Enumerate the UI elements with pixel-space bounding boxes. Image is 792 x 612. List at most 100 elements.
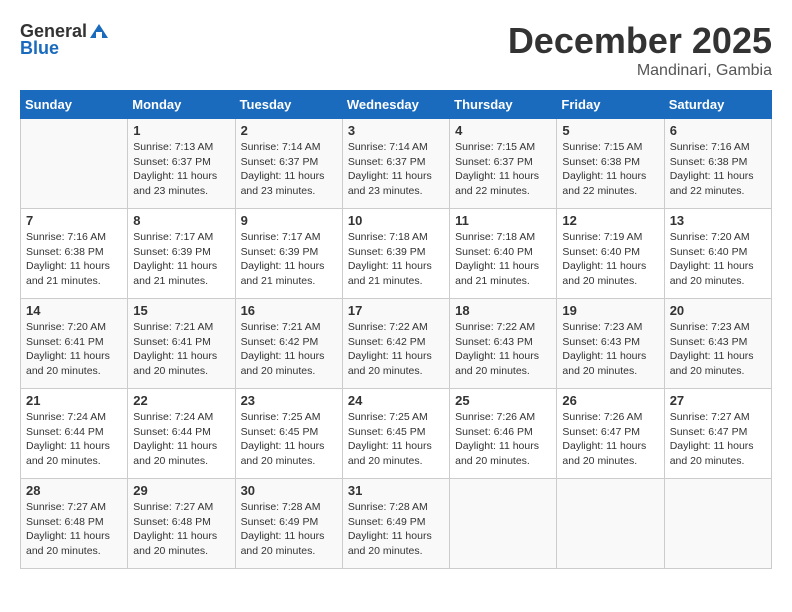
table-row: 30 Sunrise: 7:28 AM Sunset: 6:49 PM Dayli…: [235, 479, 342, 569]
day-cell-content: Sunrise: 7:20 AM Sunset: 6:40 PM Dayligh…: [670, 230, 766, 289]
day-number: 1: [133, 123, 229, 138]
table-row: 15Sunrise: 7:21 AM Sunset: 6:41 PM Dayli…: [128, 299, 235, 389]
page-header: General Blue December 2025 Mandinari, Ga…: [20, 20, 772, 80]
day-cell-content: Sunrise: 7:22 AM Sunset: 6:42 PM Dayligh…: [348, 320, 444, 379]
day-number: 7: [26, 213, 122, 228]
day-number: 14: [26, 303, 122, 318]
table-row: [450, 479, 557, 569]
week-row-2: 7 Sunrise: 7:16 AM Sunset: 6:38 PM Daylig…: [21, 209, 772, 299]
logo: General Blue: [20, 20, 110, 59]
table-row: 12Sunrise: 7:19 AM Sunset: 6:40 PM Dayli…: [557, 209, 664, 299]
day-number: 29: [133, 483, 229, 498]
day-cell-content: Sunrise: 7:24 AM Sunset: 6:44 PM Dayligh…: [133, 410, 229, 469]
day-cell-content: Sunrise: 7:27 AM Sunset: 6:48 PM Dayligh…: [133, 500, 229, 559]
table-row: 25 Sunrise: 7:26 AM Sunset: 6:46 PM Dayli…: [450, 389, 557, 479]
day-cell-content: Sunrise: 7:16 AM Sunset: 6:38 PM Dayligh…: [670, 140, 766, 199]
table-row: 10 Sunrise: 7:18 AM Sunset: 6:39 PM Dayli…: [342, 209, 449, 299]
col-tuesday: Tuesday: [235, 91, 342, 119]
day-number: 24: [348, 393, 444, 408]
day-number: 5: [562, 123, 658, 138]
day-number: 25: [455, 393, 551, 408]
day-number: 18: [455, 303, 551, 318]
table-row: 23Sunrise: 7:25 AM Sunset: 6:45 PM Dayli…: [235, 389, 342, 479]
day-number: 10: [348, 213, 444, 228]
col-sunday: Sunday: [21, 91, 128, 119]
week-row-5: 28Sunrise: 7:27 AM Sunset: 6:48 PM Dayli…: [21, 479, 772, 569]
table-row: 8Sunrise: 7:17 AM Sunset: 6:39 PM Daylig…: [128, 209, 235, 299]
day-cell-content: Sunrise: 7:26 AM Sunset: 6:46 PM Dayligh…: [455, 410, 551, 469]
table-row: 27 Sunrise: 7:27 AM Sunset: 6:47 PM Dayli…: [664, 389, 771, 479]
day-cell-content: Sunrise: 7:17 AM Sunset: 6:39 PM Dayligh…: [241, 230, 337, 289]
day-cell-content: Sunrise: 7:25 AM Sunset: 6:45 PM Dayligh…: [348, 410, 444, 469]
table-row: 1 Sunrise: 7:13 AM Sunset: 6:37 PM Daylig…: [128, 119, 235, 209]
table-row: 2Sunrise: 7:14 AM Sunset: 6:37 PM Daylig…: [235, 119, 342, 209]
table-row: 3 Sunrise: 7:14 AM Sunset: 6:37 PM Daylig…: [342, 119, 449, 209]
logo-blue-text: Blue: [20, 38, 59, 59]
day-number: 22: [133, 393, 229, 408]
day-cell-content: Sunrise: 7:21 AM Sunset: 6:42 PM Dayligh…: [241, 320, 337, 379]
table-row: 18 Sunrise: 7:22 AM Sunset: 6:43 PM Dayli…: [450, 299, 557, 389]
day-cell-content: Sunrise: 7:28 AM Sunset: 6:49 PM Dayligh…: [241, 500, 337, 559]
day-number: 16: [241, 303, 337, 318]
calendar-table: Sunday Monday Tuesday Wednesday Thursday…: [20, 90, 772, 569]
day-cell-content: Sunrise: 7:18 AM Sunset: 6:40 PM Dayligh…: [455, 230, 551, 289]
table-row: 31Sunrise: 7:28 AM Sunset: 6:49 PM Dayli…: [342, 479, 449, 569]
col-friday: Friday: [557, 91, 664, 119]
location-subtitle: Mandinari, Gambia: [508, 62, 772, 80]
day-number: 11: [455, 213, 551, 228]
day-cell-content: Sunrise: 7:27 AM Sunset: 6:47 PM Dayligh…: [670, 410, 766, 469]
col-saturday: Saturday: [664, 91, 771, 119]
table-row: 6 Sunrise: 7:16 AM Sunset: 6:38 PM Daylig…: [664, 119, 771, 209]
col-thursday: Thursday: [450, 91, 557, 119]
month-title: December 2025: [508, 20, 772, 62]
day-cell-content: Sunrise: 7:17 AM Sunset: 6:39 PM Dayligh…: [133, 230, 229, 289]
table-row: 20Sunrise: 7:23 AM Sunset: 6:43 PM Dayli…: [664, 299, 771, 389]
day-number: 12: [562, 213, 658, 228]
day-number: 2: [241, 123, 337, 138]
day-cell-content: Sunrise: 7:14 AM Sunset: 6:37 PM Dayligh…: [348, 140, 444, 199]
table-row: 16 Sunrise: 7:21 AM Sunset: 6:42 PM Dayli…: [235, 299, 342, 389]
logo-icon: [88, 20, 110, 42]
table-row: 5 Sunrise: 7:15 AM Sunset: 6:38 PM Daylig…: [557, 119, 664, 209]
table-row: 22 Sunrise: 7:24 AM Sunset: 6:44 PM Dayli…: [128, 389, 235, 479]
day-cell-content: Sunrise: 7:26 AM Sunset: 6:47 PM Dayligh…: [562, 410, 658, 469]
day-number: 21: [26, 393, 122, 408]
week-row-1: 1 Sunrise: 7:13 AM Sunset: 6:37 PM Daylig…: [21, 119, 772, 209]
table-row: 21 Sunrise: 7:24 AM Sunset: 6:44 PM Dayli…: [21, 389, 128, 479]
table-row: 13 Sunrise: 7:20 AM Sunset: 6:40 PM Dayli…: [664, 209, 771, 299]
day-cell-content: Sunrise: 7:22 AM Sunset: 6:43 PM Dayligh…: [455, 320, 551, 379]
day-cell-content: Sunrise: 7:24 AM Sunset: 6:44 PM Dayligh…: [26, 410, 122, 469]
day-number: 23: [241, 393, 337, 408]
day-number: 30: [241, 483, 337, 498]
day-cell-content: Sunrise: 7:15 AM Sunset: 6:37 PM Dayligh…: [455, 140, 551, 199]
day-number: 15: [133, 303, 229, 318]
day-number: 13: [670, 213, 766, 228]
table-row: [557, 479, 664, 569]
day-cell-content: Sunrise: 7:18 AM Sunset: 6:39 PM Dayligh…: [348, 230, 444, 289]
table-row: 11 Sunrise: 7:18 AM Sunset: 6:40 PM Dayli…: [450, 209, 557, 299]
table-row: 7 Sunrise: 7:16 AM Sunset: 6:38 PM Daylig…: [21, 209, 128, 299]
table-row: [21, 119, 128, 209]
day-number: 9: [241, 213, 337, 228]
day-number: 19: [562, 303, 658, 318]
table-row: 17Sunrise: 7:22 AM Sunset: 6:42 PM Dayli…: [342, 299, 449, 389]
table-row: 26Sunrise: 7:26 AM Sunset: 6:47 PM Dayli…: [557, 389, 664, 479]
day-number: 27: [670, 393, 766, 408]
day-number: 3: [348, 123, 444, 138]
day-cell-content: Sunrise: 7:13 AM Sunset: 6:37 PM Dayligh…: [133, 140, 229, 199]
day-cell-content: Sunrise: 7:16 AM Sunset: 6:38 PM Dayligh…: [26, 230, 122, 289]
title-area: December 2025 Mandinari, Gambia: [508, 20, 772, 80]
table-row: 4Sunrise: 7:15 AM Sunset: 6:37 PM Daylig…: [450, 119, 557, 209]
day-cell-content: Sunrise: 7:28 AM Sunset: 6:49 PM Dayligh…: [348, 500, 444, 559]
table-row: 29 Sunrise: 7:27 AM Sunset: 6:48 PM Dayli…: [128, 479, 235, 569]
day-cell-content: Sunrise: 7:27 AM Sunset: 6:48 PM Dayligh…: [26, 500, 122, 559]
day-number: 6: [670, 123, 766, 138]
col-monday: Monday: [128, 91, 235, 119]
col-wednesday: Wednesday: [342, 91, 449, 119]
table-row: 9 Sunrise: 7:17 AM Sunset: 6:39 PM Daylig…: [235, 209, 342, 299]
table-row: [664, 479, 771, 569]
day-cell-content: Sunrise: 7:15 AM Sunset: 6:38 PM Dayligh…: [562, 140, 658, 199]
table-row: 14Sunrise: 7:20 AM Sunset: 6:41 PM Dayli…: [21, 299, 128, 389]
table-row: 24 Sunrise: 7:25 AM Sunset: 6:45 PM Dayli…: [342, 389, 449, 479]
week-row-4: 21 Sunrise: 7:24 AM Sunset: 6:44 PM Dayli…: [21, 389, 772, 479]
